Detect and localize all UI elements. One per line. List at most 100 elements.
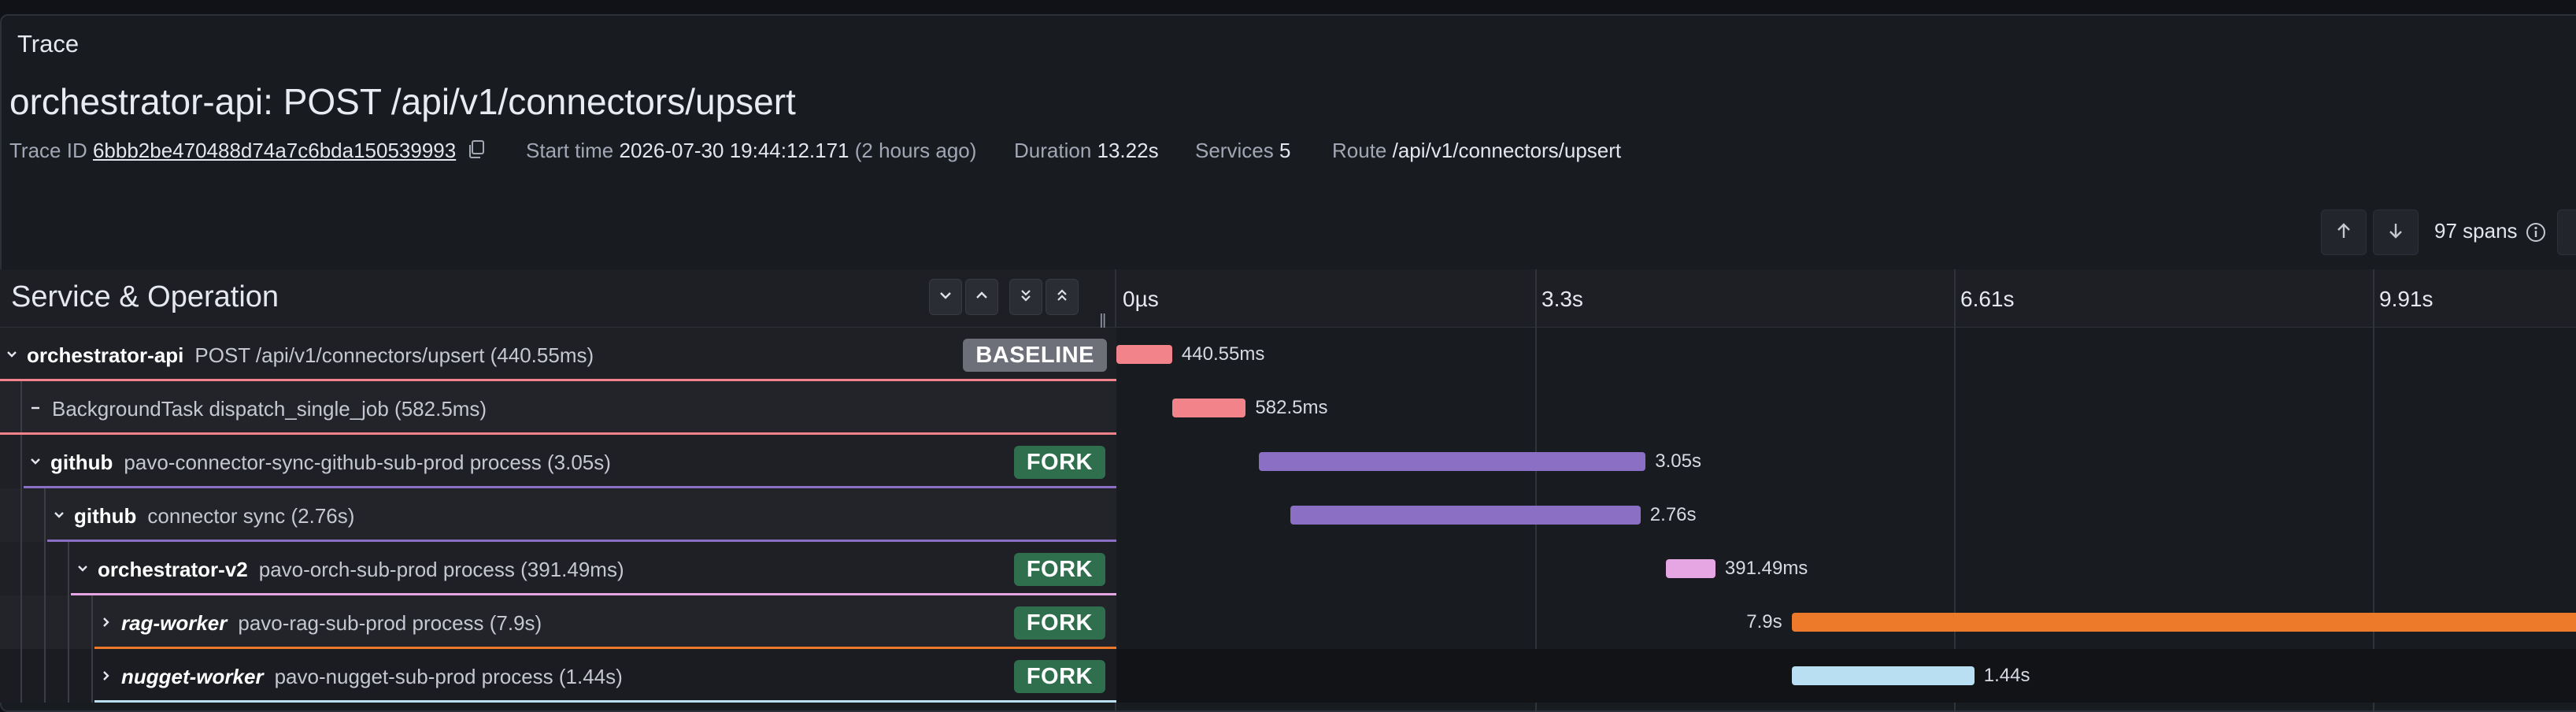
span-bar[interactable] bbox=[1171, 399, 1246, 417]
services-label: Services bbox=[1195, 139, 1274, 162]
span-bar[interactable] bbox=[1791, 613, 2576, 632]
span-duration-label: 582.5ms bbox=[1255, 397, 1328, 418]
timeline-tick-label: 9.91s bbox=[2379, 287, 2434, 311]
toolbar-edge-button[interactable] bbox=[2557, 210, 2576, 255]
expand-all-button[interactable] bbox=[1046, 279, 1079, 315]
span-row[interactable]: github connector sync (2.76s) 2.76s bbox=[0, 488, 2576, 542]
operation-name: pavo-nugget-sub-prod process (1.44s) bbox=[274, 665, 623, 688]
span-duration-label: 440.55ms bbox=[1181, 343, 1265, 365]
indent-guide bbox=[44, 649, 46, 703]
fork-badge: FORK bbox=[1013, 606, 1105, 640]
start-time-value: 2026-07-30 19:44:12.171 bbox=[619, 139, 849, 162]
span-row[interactable]: nugget-worker pavo-nugget-sub-prod proces… bbox=[0, 649, 2576, 703]
fork-badge: FORK bbox=[1013, 660, 1105, 693]
span-row[interactable]: BackgroundTask dispatch_single_job (582.… bbox=[0, 381, 2576, 435]
span-row-timeline-cell[interactable]: 582.5ms bbox=[1116, 381, 2576, 435]
span-row-label-cell[interactable]: BackgroundTask dispatch_single_job (582.… bbox=[0, 381, 1116, 435]
span-bar[interactable] bbox=[1791, 666, 1975, 685]
chevron-right-icon[interactable] bbox=[98, 649, 115, 703]
service-name: github bbox=[50, 451, 113, 474]
timeline-tick-label: 3.3s bbox=[1542, 287, 1583, 311]
chevron-down-icon[interactable] bbox=[50, 488, 68, 542]
indent-guide bbox=[20, 381, 22, 435]
trace-id-label: Trace ID bbox=[9, 139, 87, 162]
span-row[interactable]: orchestrator-api POST /api/v1/connectors/… bbox=[0, 328, 2576, 381]
span-row-timeline-cell[interactable]: 2.76s bbox=[1116, 488, 2576, 542]
indent-guide bbox=[20, 542, 22, 595]
span-row-label-cell[interactable]: github connector sync (2.76s) bbox=[0, 488, 1116, 542]
span-duration-label: 1.44s bbox=[1983, 665, 2030, 686]
span-row[interactable]: rag-worker pavo-rag-sub-prod process (7.9… bbox=[0, 595, 2576, 649]
indent-guide bbox=[68, 649, 69, 703]
span-row-label-cell[interactable]: orchestrator-v2 pavo-orch-sub-prod proces… bbox=[0, 542, 1116, 595]
collapse-one-button[interactable] bbox=[929, 279, 962, 315]
span-row-timeline-cell[interactable]: 1.44s bbox=[1116, 649, 2576, 703]
duration-meta: Duration 13.22s bbox=[1014, 137, 1159, 164]
service-name: nugget-worker bbox=[121, 665, 264, 688]
chevron-up-icon bbox=[975, 290, 988, 304]
trace-id-link[interactable]: 6bbb2be470488d74a7c6bda150539993 bbox=[93, 139, 456, 162]
span-row-label-cell[interactable]: github pavo-connector-sync-github-sub-pro… bbox=[0, 435, 1116, 488]
operation-name: POST /api/v1/connectors/upsert (440.55ms… bbox=[194, 343, 594, 367]
indent-guide bbox=[44, 595, 46, 649]
collapse-all-button[interactable] bbox=[1009, 279, 1042, 315]
baseline-badge: BASELINE bbox=[963, 339, 1107, 372]
service-name: orchestrator-api bbox=[27, 343, 184, 367]
span-row-timeline-cell[interactable]: 7.9s bbox=[1116, 595, 2576, 649]
span-row-timeline-cell[interactable]: 440.55ms bbox=[1116, 328, 2576, 381]
expand-one-button[interactable] bbox=[965, 279, 998, 315]
span-row-label-cell[interactable]: orchestrator-api POST /api/v1/connectors/… bbox=[0, 328, 1116, 381]
start-time-relative: (2 hours ago) bbox=[854, 139, 977, 162]
span-row-label-cell[interactable]: rag-worker pavo-rag-sub-prod process (7.9… bbox=[0, 595, 1116, 649]
indent-guide bbox=[91, 595, 93, 649]
indent-guide bbox=[20, 649, 22, 703]
table-header: Service & Operation || bbox=[0, 269, 2576, 330]
panel-title: Trace bbox=[17, 30, 80, 57]
indent-guide bbox=[44, 542, 46, 595]
service-color-underline bbox=[94, 700, 1116, 703]
route-meta: Route /api/v1/connectors/upsert bbox=[1332, 137, 1621, 164]
indent-guide bbox=[20, 595, 22, 649]
start-time-meta: Start time 2026-07-30 19:44:12.171 (2 ho… bbox=[526, 137, 976, 164]
services-value: 5 bbox=[1279, 139, 1291, 162]
service-name: orchestrator-v2 bbox=[98, 558, 248, 581]
indent-guide bbox=[20, 488, 22, 542]
span-row-label-cell[interactable]: nugget-worker pavo-nugget-sub-prod proces… bbox=[0, 649, 1116, 703]
operation-name: connector sync (2.76s) bbox=[147, 504, 355, 528]
chevron-down-icon[interactable] bbox=[74, 542, 91, 595]
double-chevron-up-icon bbox=[1056, 288, 1068, 306]
chevron-right-icon[interactable] bbox=[98, 595, 115, 649]
timeline-tick-label: 6.61s bbox=[1960, 287, 2015, 311]
chevron-down-icon[interactable] bbox=[3, 328, 20, 381]
span-row[interactable]: github pavo-connector-sync-github-sub-pro… bbox=[0, 435, 2576, 488]
fork-badge: FORK bbox=[1013, 446, 1105, 479]
span-row-timeline-cell[interactable]: 391.49ms bbox=[1116, 542, 2576, 595]
dash-icon[interactable] bbox=[27, 381, 44, 435]
header-title: Service & Operation bbox=[11, 280, 279, 313]
route-value: /api/v1/connectors/upsert bbox=[1392, 139, 1622, 162]
arrow-up-icon bbox=[2336, 222, 2352, 243]
start-time-label: Start time bbox=[526, 139, 614, 162]
indent-guide bbox=[20, 435, 22, 488]
service-name: github bbox=[74, 504, 137, 528]
copy-icon[interactable] bbox=[468, 139, 485, 165]
trace-title: orchestrator-api: POST /api/v1/connector… bbox=[9, 81, 796, 122]
route-label: Route bbox=[1332, 139, 1387, 162]
duration-value: 13.22s bbox=[1097, 139, 1159, 162]
duration-label: Duration bbox=[1014, 139, 1092, 162]
operation-name: pavo-rag-sub-prod process (7.9s) bbox=[238, 611, 542, 635]
chevron-down-icon[interactable] bbox=[27, 435, 44, 488]
double-chevron-down-icon bbox=[1020, 288, 1032, 306]
span-duration-label: 2.76s bbox=[1649, 504, 1697, 525]
span-bar[interactable] bbox=[1666, 559, 1715, 578]
span-row[interactable]: orchestrator-v2 pavo-orch-sub-prod proces… bbox=[0, 542, 2576, 595]
service-name: rag-worker bbox=[121, 611, 228, 635]
span-bar[interactable] bbox=[1290, 506, 1641, 525]
span-bar[interactable] bbox=[1258, 452, 1646, 471]
previous-span-button[interactable] bbox=[2321, 210, 2367, 255]
next-span-button[interactable] bbox=[2373, 210, 2419, 255]
span-bar[interactable] bbox=[1116, 345, 1172, 364]
span-row-timeline-cell[interactable]: 3.05s bbox=[1116, 435, 2576, 488]
info-icon[interactable] bbox=[2526, 222, 2546, 247]
span-duration-label: 7.9s bbox=[1746, 611, 1782, 632]
